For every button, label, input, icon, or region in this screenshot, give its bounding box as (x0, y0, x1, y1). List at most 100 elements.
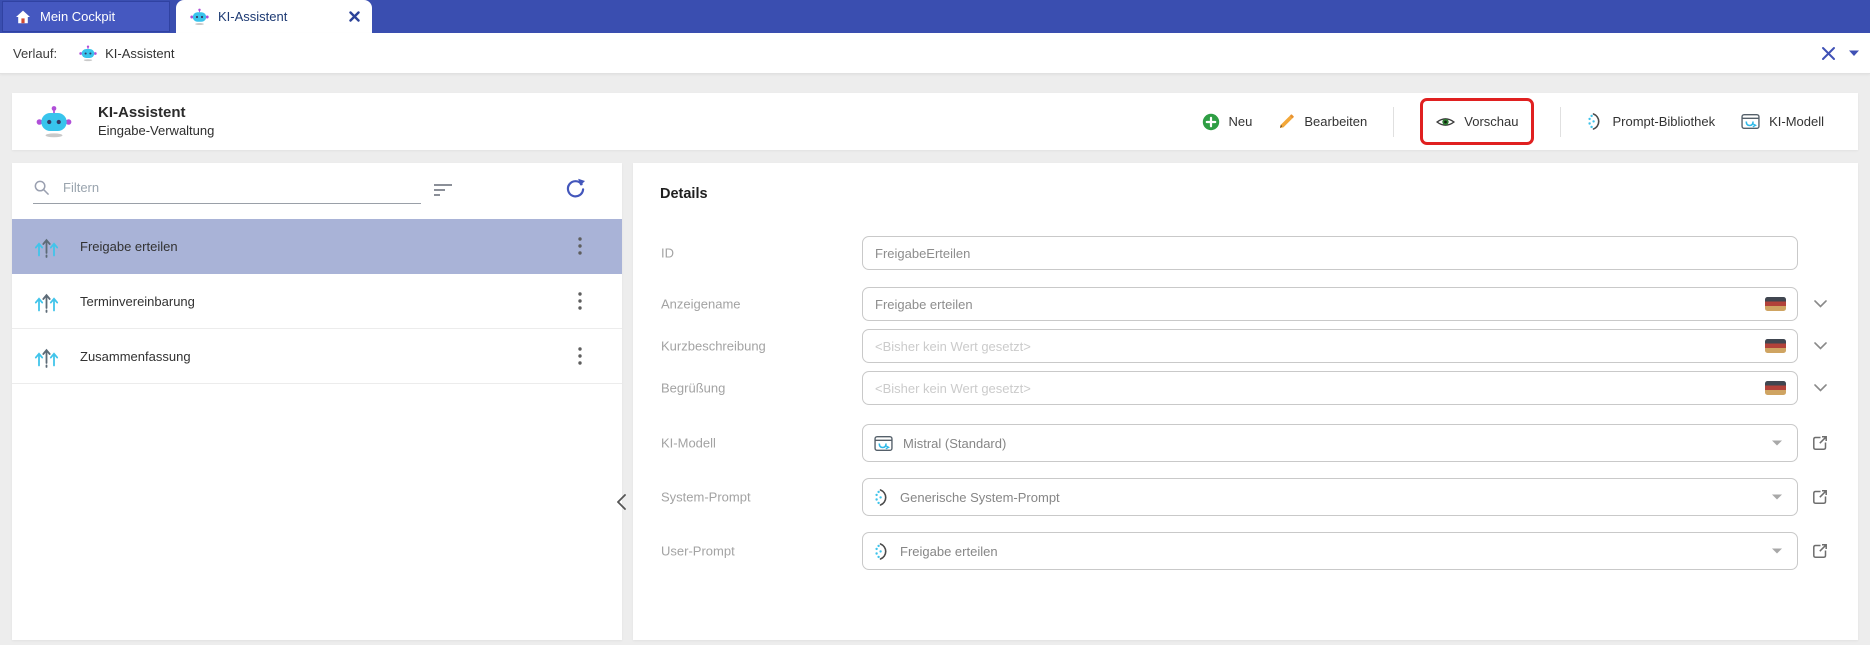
field-label: Begrüßung (661, 381, 725, 396)
item-menu-icon[interactable] (578, 292, 582, 310)
list-item-label: Terminvereinbarung (80, 294, 195, 309)
prompt-bibliothek-label: Prompt-Bibliothek (1612, 114, 1715, 129)
open-external-icon[interactable] (1810, 541, 1830, 561)
ki-modell-button[interactable]: KI-Modell (1741, 113, 1824, 130)
german-flag-icon (1765, 297, 1786, 311)
tab-label: KI-Assistent (218, 9, 287, 24)
field-row-begruessung: Begrüßung (633, 371, 1858, 405)
field-row-kurzbeschreibung: Kurzbeschreibung (633, 329, 1858, 363)
toolbar: Neu Bearbeiten Vorschau (1202, 98, 1824, 145)
field-row-ki-modell: KI-Modell Mistral (Standard) (633, 424, 1858, 462)
tab-ki-assistent[interactable]: KI-Assistent (176, 0, 372, 33)
list-item[interactable]: Zusammenfassung (12, 329, 622, 384)
chevron-down-icon[interactable] (1814, 300, 1827, 308)
robot-icon (36, 105, 72, 139)
field-row-id: ID (633, 236, 1858, 270)
arrows-up-icon (33, 343, 60, 370)
history-controls (1821, 46, 1860, 61)
bearbeiten-label: Bearbeiten (1304, 114, 1367, 129)
chevron-down-icon[interactable] (1814, 342, 1827, 350)
vorschau-label: Vorschau (1464, 114, 1518, 129)
search-icon (33, 179, 50, 196)
refresh-icon[interactable] (564, 178, 586, 200)
vorschau-button[interactable]: Vorschau (1436, 114, 1518, 129)
field-row-system-prompt: System-Prompt Generische System-Prompt (633, 478, 1858, 516)
list-item-label: Freigabe erteilen (80, 239, 178, 254)
id-input[interactable] (862, 236, 1798, 270)
field-label: Kurzbeschreibung (661, 339, 766, 354)
history-label: Verlauf: (13, 46, 57, 61)
page-title: KI-Assistent (98, 103, 214, 122)
sort-icon[interactable] (432, 183, 454, 197)
details-panel: Details ID Anzeigename Kurzbeschreibung (633, 163, 1858, 640)
ki-modell-select[interactable]: Mistral (Standard) (862, 424, 1798, 462)
filter-input[interactable] (61, 179, 421, 196)
german-flag-icon (1765, 381, 1786, 395)
field-label: ID (661, 246, 674, 261)
ki-modell-label: KI-Modell (1769, 114, 1824, 129)
assistant-list-panel: Freigabe erteilen (12, 163, 622, 640)
select-value: Generische System-Prompt (900, 490, 1060, 505)
toolbar-separator (1393, 107, 1394, 137)
history-dropdown-caret-icon[interactable] (1848, 50, 1860, 57)
anzeigename-input[interactable] (862, 287, 1798, 321)
field-label: Anzeigename (661, 297, 741, 312)
select-caret-icon (1772, 495, 1782, 500)
field-label: System-Prompt (661, 490, 751, 505)
vorschau-highlight-box: Vorschau (1420, 98, 1534, 145)
ki-model-icon (1741, 113, 1760, 130)
item-menu-icon[interactable] (578, 347, 582, 365)
kurzbeschreibung-input[interactable] (862, 329, 1798, 363)
select-value: Freigabe erteilen (900, 544, 998, 559)
history-bar: Verlauf: KI-Assistent (0, 33, 1870, 74)
select-value: Mistral (Standard) (903, 436, 1006, 451)
top-tab-bar: Mein Cockpit KI-Assistent (0, 0, 1870, 33)
pencil-icon (1278, 113, 1295, 130)
user-prompt-select[interactable]: Freigabe erteilen (862, 532, 1798, 570)
toolbar-separator (1560, 107, 1561, 137)
tab-close-icon[interactable] (349, 11, 360, 22)
close-history-icon[interactable] (1821, 46, 1836, 61)
robot-icon (190, 8, 209, 26)
ki-model-icon (874, 435, 893, 452)
filter-bar (33, 179, 421, 204)
prompt-icon (1587, 112, 1603, 131)
prompt-bibliothek-button[interactable]: Prompt-Bibliothek (1587, 112, 1715, 131)
history-entry-label: KI-Assistent (105, 46, 174, 61)
tab-label: Mein Cockpit (40, 9, 115, 24)
chevron-down-icon[interactable] (1814, 384, 1827, 392)
details-heading: Details (660, 186, 708, 202)
begruessung-input[interactable] (862, 371, 1798, 405)
list-item[interactable]: Freigabe erteilen (12, 219, 622, 274)
application-window: Mein Cockpit KI-Assistent Verlauf: (0, 0, 1870, 645)
prompt-icon (874, 542, 890, 561)
eye-icon (1436, 115, 1455, 129)
collapse-panel-icon[interactable] (612, 491, 630, 513)
home-icon (15, 9, 31, 25)
field-row-user-prompt: User-Prompt Freigabe erteilen (633, 532, 1858, 570)
open-external-icon[interactable] (1810, 487, 1830, 507)
select-caret-icon (1772, 441, 1782, 446)
plus-icon (1202, 113, 1220, 131)
robot-icon (79, 45, 97, 62)
page-subtitle: Eingabe-Verwaltung (98, 122, 214, 140)
open-external-icon[interactable] (1810, 433, 1830, 453)
header-titles: KI-Assistent Eingabe-Verwaltung (98, 103, 214, 140)
arrows-up-icon (33, 233, 60, 260)
tab-mein-cockpit[interactable]: Mein Cockpit (2, 1, 170, 32)
arrows-up-icon (33, 288, 60, 315)
field-label: User-Prompt (661, 544, 735, 559)
field-label: KI-Modell (661, 436, 716, 451)
assistant-list: Freigabe erteilen (12, 219, 622, 384)
system-prompt-select[interactable]: Generische System-Prompt (862, 478, 1798, 516)
item-menu-icon[interactable] (578, 237, 582, 255)
history-entry-ki-assistent[interactable]: KI-Assistent (79, 45, 174, 62)
list-item[interactable]: Terminvereinbarung (12, 274, 622, 329)
page-header: KI-Assistent Eingabe-Verwaltung Neu Bear… (12, 93, 1858, 150)
german-flag-icon (1765, 339, 1786, 353)
neu-button[interactable]: Neu (1202, 113, 1253, 131)
bearbeiten-button[interactable]: Bearbeiten (1278, 113, 1367, 130)
select-caret-icon (1772, 549, 1782, 554)
prompt-icon (874, 488, 890, 507)
field-row-anzeigename: Anzeigename (633, 287, 1858, 321)
